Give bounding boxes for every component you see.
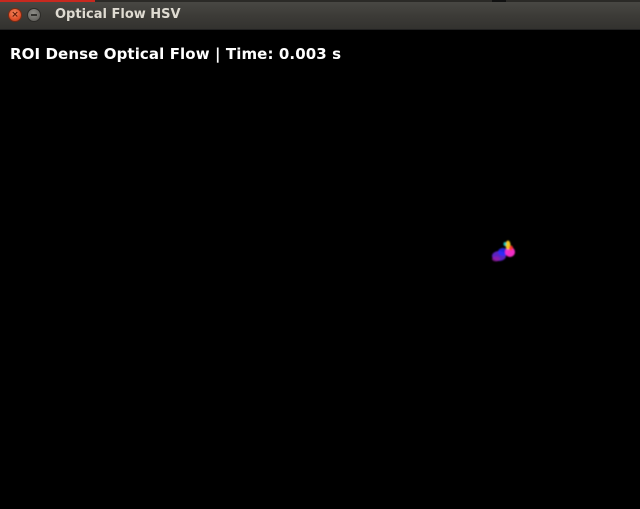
minimize-icon bbox=[31, 14, 37, 16]
desktop-edge-strip bbox=[0, 0, 640, 2]
optical-flow-hsv-blob bbox=[492, 240, 515, 262]
flow-patch-red bbox=[509, 245, 513, 251]
application-window: × Optical Flow HSV ROI Dense Optical Flo… bbox=[0, 0, 640, 509]
window-title: Optical Flow HSV bbox=[55, 7, 181, 22]
flow-visualization-canvas: ROI Dense Optical Flow | Time: 0.003 s bbox=[0, 30, 640, 509]
desktop-edge-dark-segment bbox=[492, 0, 506, 2]
minimize-button[interactable] bbox=[27, 8, 41, 22]
flow-patch-cyan bbox=[503, 242, 507, 246]
close-icon: × bbox=[11, 9, 19, 20]
close-button[interactable]: × bbox=[8, 8, 22, 22]
overlay-status-text: ROI Dense Optical Flow | Time: 0.003 s bbox=[10, 45, 342, 63]
desktop-edge-red-segment bbox=[0, 0, 95, 2]
flow-patch-violet bbox=[492, 256, 500, 262]
title-bar[interactable]: × Optical Flow HSV bbox=[0, 0, 640, 30]
